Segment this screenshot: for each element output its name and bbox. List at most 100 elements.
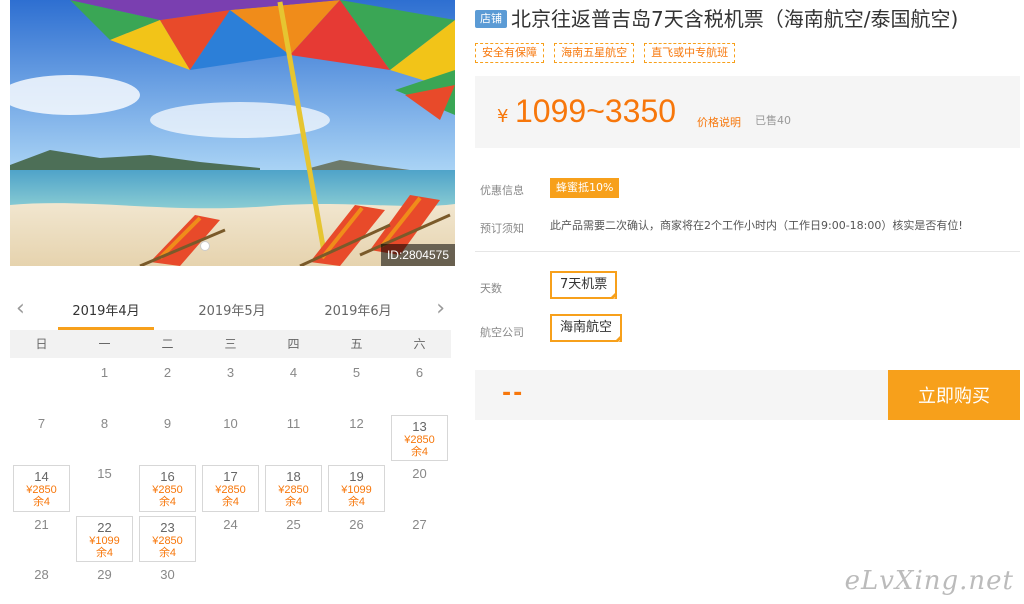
- day-price: ¥1099: [89, 534, 120, 547]
- price-note-link[interactable]: 价格说明: [697, 114, 741, 130]
- month-nav: ‹ 2019年4月 2019年5月 2019年6月 ›: [10, 292, 451, 330]
- calendar-day: 24: [199, 514, 262, 565]
- day-price: ¥2850: [215, 484, 246, 496]
- notice-label: 预订须知: [480, 222, 524, 235]
- weekday-sat: 六: [413, 337, 426, 351]
- calendar-day-available[interactable]: 23 ¥2850 余4: [139, 515, 196, 562]
- selected-check-icon: [614, 334, 623, 352]
- feature-tag: 安全有保障: [475, 43, 544, 63]
- calendar-day: 21: [10, 514, 73, 565]
- weekday-tue: 二: [161, 337, 174, 351]
- day-remaining: 余4: [284, 496, 303, 508]
- calendar-day-available[interactable]: 19 ¥1099 余4: [328, 465, 385, 512]
- day-number: 19: [349, 469, 364, 484]
- airline-option-button[interactable]: 海南航空: [550, 314, 623, 352]
- price-box: ¥ 1099~3350 价格说明 已售40: [475, 76, 1020, 148]
- calendar-day: [10, 362, 73, 413]
- day-number: 29: [97, 567, 112, 582]
- calendar-day: 9: [136, 413, 199, 464]
- day-number: 24: [223, 516, 238, 532]
- buy-bar: -- 立即购买: [475, 370, 1020, 420]
- total-price: --: [502, 381, 525, 406]
- calendar-day: 10: [199, 413, 262, 464]
- day-price: ¥2850: [278, 484, 309, 496]
- days-label: 天数: [480, 282, 502, 295]
- day-price: ¥1099: [341, 484, 372, 496]
- day-number: 15: [97, 466, 112, 481]
- weekday-mon: 一: [98, 337, 111, 351]
- product-detail: 店铺 北京往返普吉岛7天含税机票（海南航空/泰国航空) 安全有保障 海南五星航空 …: [475, 0, 1020, 420]
- product-title: 北京往返普吉岛7天含税机票（海南航空/泰国航空): [511, 7, 959, 31]
- day-number: 26: [349, 516, 364, 532]
- calendar-day: 5: [325, 362, 388, 413]
- day-remaining: 余4: [32, 496, 51, 508]
- day-price: ¥2850: [404, 433, 435, 446]
- day-remaining: 余4: [158, 546, 177, 559]
- day-number: 13: [412, 418, 427, 434]
- calendar-day: 3: [199, 362, 262, 413]
- day-number: 7: [37, 415, 46, 431]
- days-option-button[interactable]: 7天机票: [550, 271, 618, 309]
- carousel-dot[interactable]: [200, 241, 210, 251]
- feature-tags: 安全有保障 海南五星航空 直飞或中专航班: [475, 41, 1020, 63]
- feature-tag: 海南五星航空: [554, 43, 635, 63]
- price-range: 1099~3350: [515, 93, 677, 129]
- beach-umbrella-image: [10, 0, 455, 266]
- day-number: 18: [286, 469, 301, 484]
- day-number: 6: [415, 365, 424, 380]
- discount-badge: 蜂蜜抵10%: [550, 178, 620, 198]
- notice-text: 此产品需要二次确认，商家将在2个工作小时内（工作日9:00-18:00）核实是否…: [550, 219, 963, 232]
- product-title-row: 店铺 北京往返普吉岛7天含税机票（海南航空/泰国航空): [475, 0, 1020, 34]
- calendar-day: 8: [73, 413, 136, 464]
- photo-id-label: ID:2804575: [380, 244, 455, 266]
- tab-month-may[interactable]: 2019年5月: [184, 300, 280, 319]
- airline-option-text: 海南航空: [560, 320, 613, 335]
- days-option-text: 7天机票: [560, 277, 608, 292]
- prev-month-chevron-left-icon[interactable]: ‹: [16, 298, 25, 320]
- price-calendar: ‹ 2019年4月 2019年5月 2019年6月 › 日 一 二 三 四 五 …: [10, 292, 451, 604]
- airline-label: 航空公司: [480, 326, 524, 339]
- tab-month-april[interactable]: 2019年4月: [58, 300, 154, 330]
- day-number: 30: [160, 567, 175, 582]
- day-number: 22: [97, 519, 112, 535]
- day-number: 14: [34, 469, 49, 484]
- day-number: 21: [34, 516, 49, 532]
- product-photo: ID:2804575: [10, 0, 455, 266]
- day-number: 2: [163, 365, 172, 380]
- day-number: 16: [160, 469, 175, 484]
- calendar-day: 7: [10, 413, 73, 464]
- calendar-day: 30: [136, 564, 199, 604]
- calendar-day-available[interactable]: 14 ¥2850 余4: [13, 465, 70, 512]
- calendar-day-available[interactable]: 17 ¥2850 余4: [202, 465, 259, 512]
- day-number: 23: [160, 519, 175, 535]
- day-number: 12: [349, 415, 364, 431]
- calendar-day: 4: [262, 362, 325, 413]
- day-remaining: 余4: [410, 445, 429, 458]
- day-number: 4: [289, 365, 298, 380]
- calendar-day-available[interactable]: 18 ¥2850 余4: [265, 465, 322, 512]
- weekday-sun: 日: [35, 337, 48, 351]
- next-month-chevron-right-icon[interactable]: ›: [436, 298, 445, 320]
- day-remaining: 余4: [221, 496, 240, 508]
- day-price: ¥2850: [152, 534, 183, 547]
- calendar-day-available[interactable]: 16 ¥2850 余4: [139, 465, 196, 512]
- currency-symbol: ¥: [497, 106, 509, 127]
- calendar-day: 27: [388, 514, 451, 565]
- day-remaining: 余4: [347, 496, 366, 508]
- calendar-day-available[interactable]: 13 ¥2850 余4: [391, 414, 448, 461]
- calendar-day: 2: [136, 362, 199, 413]
- weekday-fri: 五: [350, 337, 363, 351]
- calendar-day: 20: [388, 463, 451, 514]
- tab-month-june[interactable]: 2019年6月: [310, 300, 406, 319]
- weekday-header: 日 一 二 三 四 五 六: [10, 330, 451, 358]
- buy-now-button[interactable]: 立即购买: [888, 370, 1020, 420]
- day-number: 3: [226, 365, 235, 380]
- calendar-day-available[interactable]: 22 ¥1099 余4: [76, 515, 133, 562]
- calendar-day: 6: [388, 362, 451, 413]
- calendar-day: 15: [73, 463, 136, 514]
- day-remaining: 余4: [95, 546, 114, 559]
- day-number: 11: [286, 415, 301, 431]
- selected-check-icon: [609, 291, 618, 309]
- day-number: 10: [223, 415, 238, 431]
- site-watermark: eLvXing.net: [844, 566, 1014, 596]
